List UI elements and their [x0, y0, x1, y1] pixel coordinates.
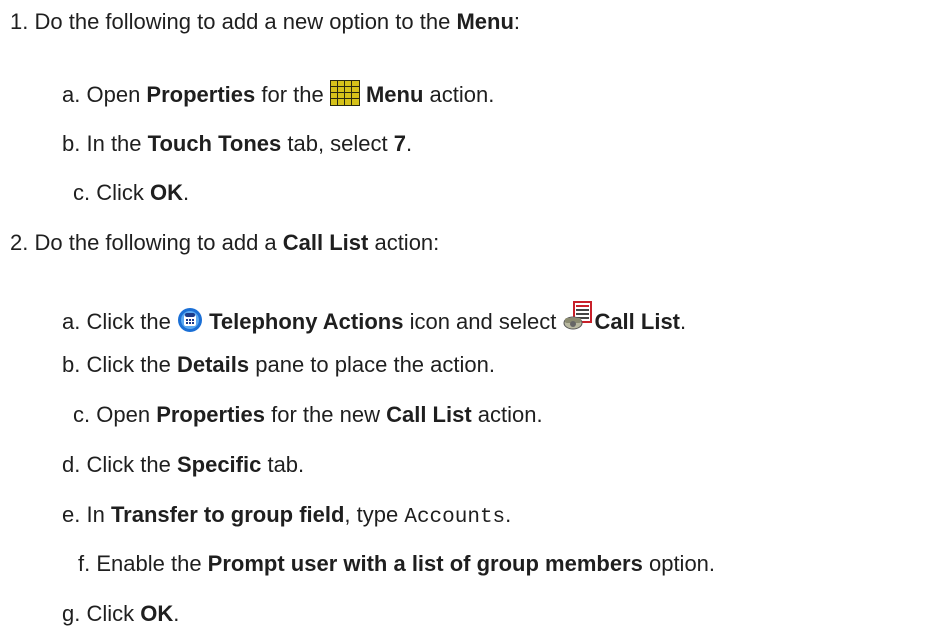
substep-text: action.	[471, 402, 543, 427]
instruction-document: 1. Do the following to add a new option …	[0, 0, 937, 636]
substep-text: .	[406, 131, 413, 156]
substep-letter: g.	[62, 601, 81, 626]
substep-bold: Details	[176, 352, 250, 377]
substep-text: Click the	[86, 352, 177, 377]
substep-bold: OK	[150, 180, 184, 205]
substep-text: Click	[86, 601, 141, 626]
call-list-icon	[562, 301, 594, 333]
substep-text: .	[505, 502, 512, 527]
substep-text: Enable the	[96, 551, 208, 576]
substep-bold: Call List	[386, 402, 472, 427]
substep-1a: a. Open Properties for the Menu action.	[62, 80, 494, 109]
substep-2c: c. Open Properties for the new Call List…	[73, 401, 543, 429]
substep-text: .	[680, 309, 687, 334]
substep-text: Click	[96, 180, 151, 205]
step-number: 2.	[10, 230, 29, 255]
substep-bold: Properties	[146, 82, 256, 107]
substep-bold: Transfer to group field	[110, 502, 345, 527]
substep-letter: b.	[62, 352, 81, 377]
substep-bold: Properties	[156, 402, 266, 427]
substep-letter: c.	[73, 402, 91, 427]
substep-bold: 7	[393, 131, 407, 156]
step-text: Do the following to add a new option to …	[34, 9, 457, 34]
substep-text: tab.	[261, 452, 305, 477]
substep-letter: c.	[73, 180, 91, 205]
substep-text: for the new	[265, 402, 387, 427]
step-text: action:	[368, 230, 440, 255]
substep-2g: g. Click OK.	[62, 600, 179, 628]
substep-2f: f. Enable the Prompt user with a list of…	[78, 550, 715, 578]
substep-text: tab, select	[281, 131, 394, 156]
substep-2a: a. Click the Telephony Actions icon and …	[62, 301, 686, 336]
substep-bold: OK	[140, 601, 174, 626]
substep-text: .	[183, 180, 190, 205]
substep-letter: d.	[62, 452, 81, 477]
substep-2d: d. Click the Specific tab.	[62, 451, 304, 479]
substep-1b: b. In the Touch Tones tab, select 7.	[62, 130, 412, 158]
step-number: 1.	[10, 9, 29, 34]
code-value: Accounts	[404, 506, 506, 529]
substep-bold: Telephony Actions	[209, 309, 404, 334]
substep-2e: e. In Transfer to group field, type Acco…	[62, 501, 511, 532]
substep-2b: b. Click the Details pane to place the a…	[62, 351, 495, 379]
substep-bold: Specific	[176, 452, 262, 477]
substep-text: icon and select	[403, 309, 563, 334]
substep-letter: a.	[62, 309, 81, 334]
substep-text: In the	[86, 131, 148, 156]
substep-text: for the	[255, 82, 330, 107]
substep-text: action.	[423, 82, 495, 107]
step-text: Do the following to add a	[34, 230, 283, 255]
substep-text: Open	[86, 82, 147, 107]
substep-letter: f.	[78, 551, 91, 576]
substep-bold: Menu	[365, 82, 424, 107]
substep-letter: b.	[62, 131, 81, 156]
step-1: 1. Do the following to add a new option …	[10, 8, 520, 36]
substep-text: , type	[344, 502, 405, 527]
telephony-actions-icon	[177, 307, 203, 333]
substep-text: Open	[96, 402, 157, 427]
substep-letter: e.	[62, 502, 81, 527]
substep-text: Click the	[86, 309, 177, 334]
substep-text: .	[173, 601, 180, 626]
menu-grid-icon	[329, 80, 360, 106]
substep-text: pane to place the action.	[249, 352, 495, 377]
step-bold: Menu	[456, 9, 514, 34]
step-bold: Call List	[282, 230, 369, 255]
substep-text: option.	[642, 551, 716, 576]
substep-text: Click the	[86, 452, 177, 477]
substep-bold: Touch Tones	[147, 131, 282, 156]
substep-text: In	[86, 502, 111, 527]
substep-bold: Prompt user with a list of group members	[207, 551, 643, 576]
step-text: :	[513, 9, 521, 34]
substep-1c: c. Click OK.	[73, 179, 189, 207]
step-2: 2. Do the following to add a Call List a…	[10, 229, 439, 257]
substep-letter: a.	[62, 82, 81, 107]
substep-bold: Call List	[594, 309, 681, 334]
